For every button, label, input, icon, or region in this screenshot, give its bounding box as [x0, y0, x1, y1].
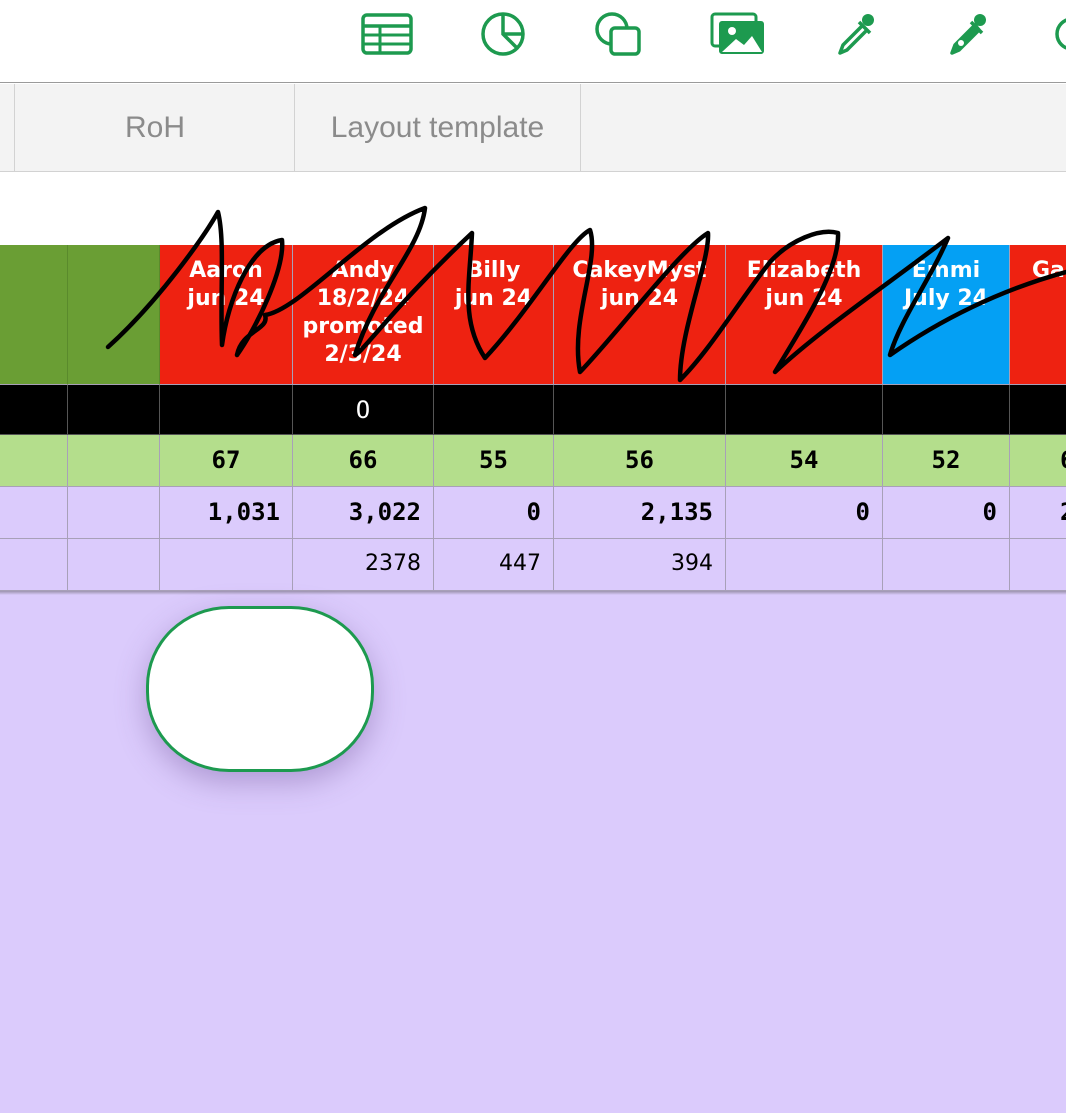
header-cell-name[interactable]: Ga: [1010, 245, 1066, 385]
chart-icon[interactable]: [475, 10, 531, 58]
black-cell[interactable]: [434, 385, 554, 435]
header-text: Elizabeth jun 24: [746, 258, 862, 311]
header-cell-name[interactable]: Emmi July 24: [883, 245, 1010, 385]
table-icon[interactable]: [359, 10, 415, 58]
header-cell-name[interactable]: Billy jun 24: [434, 245, 554, 385]
purple-cell[interactable]: [883, 539, 1010, 591]
black-cell[interactable]: O: [293, 385, 434, 435]
header-cell-green[interactable]: [0, 245, 68, 385]
header-cell-name[interactable]: CakeyMyst jun 24: [554, 245, 726, 385]
header-text: Emmi July 24: [903, 258, 988, 311]
sheet-tab-bar: RoH Layout template: [0, 84, 1066, 172]
black-cell[interactable]: [0, 385, 68, 435]
header-text: Billy jun 24: [454, 258, 533, 311]
green-cell[interactable]: 56: [554, 435, 726, 487]
purple-cell[interactable]: [726, 539, 883, 591]
tab-roh[interactable]: RoH: [14, 84, 295, 171]
tab-label: RoH: [124, 110, 185, 144]
header-text: CakeyMyst jun 24: [572, 258, 707, 311]
purple-cell[interactable]: 447: [434, 539, 554, 591]
green-cell[interactable]: [0, 435, 68, 487]
header-cell-green[interactable]: [68, 245, 160, 385]
black-cell[interactable]: [68, 385, 160, 435]
tab-layout-template[interactable]: Layout template: [294, 84, 581, 171]
purple-row: 1,031 3,022 0 2,135 0 0 2: [0, 487, 1066, 539]
media-icon[interactable]: [710, 10, 766, 58]
header-text: Aaron jun 24: [187, 258, 265, 311]
shapes-icon[interactable]: [590, 10, 646, 58]
purple-cell[interactable]: 2378: [293, 539, 434, 591]
purple-cell[interactable]: [68, 487, 160, 539]
black-cell[interactable]: [883, 385, 1010, 435]
purple-cell[interactable]: 1,031: [160, 487, 293, 539]
green-cell[interactable]: 55: [434, 435, 554, 487]
black-row: O: [0, 385, 1066, 435]
purple-cell[interactable]: [1010, 539, 1066, 591]
toolbar: [0, 0, 1066, 83]
tab-label: Layout template: [330, 110, 545, 144]
green-cell[interactable]: 66: [293, 435, 434, 487]
header-cell-name[interactable]: Andy 18/2/24 promoted 2/3/24: [293, 245, 434, 385]
black-cell[interactable]: [726, 385, 883, 435]
purple-cell[interactable]: 394: [554, 539, 726, 591]
purple-cell[interactable]: [0, 539, 68, 591]
green-cell[interactable]: 52: [883, 435, 1010, 487]
header-text: Andy 18/2/24 promoted 2/3/24: [302, 258, 424, 367]
green-cell[interactable]: [68, 435, 160, 487]
more-icon[interactable]: [1050, 10, 1066, 58]
header-cell-name[interactable]: Aaron jun 24: [160, 245, 293, 385]
purple-cell[interactable]: 2,135: [554, 487, 726, 539]
purple-cell[interactable]: [68, 539, 160, 591]
eyedropper-filled-icon[interactable]: [940, 10, 996, 58]
cell-selection-handle[interactable]: [146, 606, 374, 772]
green-row: 67 66 55 56 54 52 6: [0, 435, 1066, 487]
green-cell[interactable]: 54: [726, 435, 883, 487]
header-cell-name[interactable]: Elizabeth jun 24: [726, 245, 883, 385]
purple-cell[interactable]: 0: [726, 487, 883, 539]
black-cell[interactable]: [160, 385, 293, 435]
black-cell[interactable]: [1010, 385, 1066, 435]
purple-cell[interactable]: [0, 487, 68, 539]
purple-row: 2378 447 394: [0, 539, 1066, 591]
eyedropper-icon[interactable]: [828, 10, 884, 58]
black-cell[interactable]: [554, 385, 726, 435]
purple-cell[interactable]: 0: [883, 487, 1010, 539]
green-cell[interactable]: 6: [1010, 435, 1066, 487]
purple-cell[interactable]: 0: [434, 487, 554, 539]
header-text: Ga: [1032, 258, 1065, 283]
purple-cell[interactable]: [160, 539, 293, 591]
header-row: Aaron jun 24 Andy 18/2/24 promoted 2/3/2…: [0, 245, 1066, 385]
green-cell[interactable]: 67: [160, 435, 293, 487]
purple-cell[interactable]: 3,022: [293, 487, 434, 539]
purple-cell[interactable]: 2: [1010, 487, 1066, 539]
